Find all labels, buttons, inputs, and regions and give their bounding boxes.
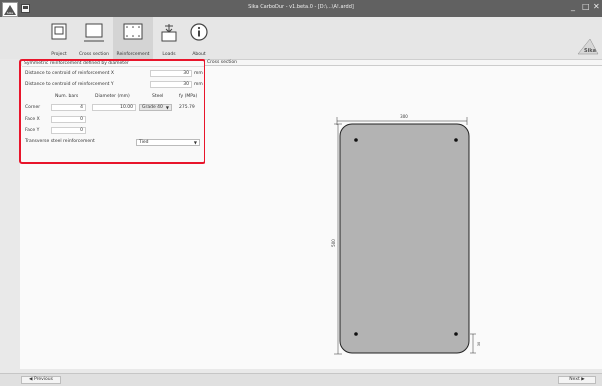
info-icon (190, 23, 208, 41)
section-shape (339, 123, 470, 354)
ribbon-loads[interactable]: Loads (156, 17, 182, 59)
bottom-bar: ◀ Previous Next ▶ (0, 373, 602, 386)
previous-button[interactable]: ◀ Previous (21, 376, 61, 384)
window-title: Sika CarboDur - v1.beta.0 - [D:\...\A!.a… (248, 4, 354, 10)
ribbon-label: Cross section (79, 52, 109, 57)
ribbon-cross-section[interactable]: Cross section (76, 17, 112, 59)
minimize-icon[interactable]: _ (571, 2, 575, 12)
loads-icon (161, 24, 177, 42)
cross-section-drawing: 300 500 30 (331, 114, 481, 355)
cover-label: 30 (477, 342, 481, 346)
ribbon-label: Project (51, 52, 67, 57)
left-strip (0, 59, 20, 373)
svg-text:Sika: Sika (7, 11, 13, 15)
width-label: 300 (400, 114, 408, 119)
sika-logo: Sika (577, 38, 599, 55)
ribbon-label: About (192, 52, 206, 57)
ribbon-reinforcement[interactable]: Reinforcement (113, 17, 153, 59)
previous-label: Previous (33, 377, 53, 382)
rebar (354, 138, 358, 142)
ribbon-label: Loads (162, 52, 176, 57)
project-icon (51, 23, 67, 40)
height-label: 500 (331, 239, 336, 247)
highlight-box (19, 59, 206, 164)
rebar (354, 332, 358, 336)
title-bar: Sika Sika CarboDur - v1.beta.0 - [D:\...… (0, 0, 602, 17)
ribbon-about[interactable]: About (186, 17, 212, 59)
reinforcement-icon (123, 23, 143, 40)
ribbon: Project Cross section Reinforcement Load… (0, 17, 602, 66)
ribbon-label: Reinforcement (116, 52, 150, 57)
maximize-icon[interactable]: □ (582, 2, 590, 12)
arrow-right-icon: ▶ (579, 377, 585, 382)
cross-section-icon (84, 23, 104, 42)
rebar (454, 332, 458, 336)
ribbon-project[interactable]: Project (44, 17, 74, 59)
next-button[interactable]: Next ▶ (558, 376, 596, 384)
rebar (454, 138, 458, 142)
close-icon[interactable]: ✕ (593, 2, 600, 12)
svg-text:Sika: Sika (584, 48, 596, 54)
cross-section-panel: 300 500 30 (205, 66, 602, 369)
next-label: Next (569, 377, 580, 382)
